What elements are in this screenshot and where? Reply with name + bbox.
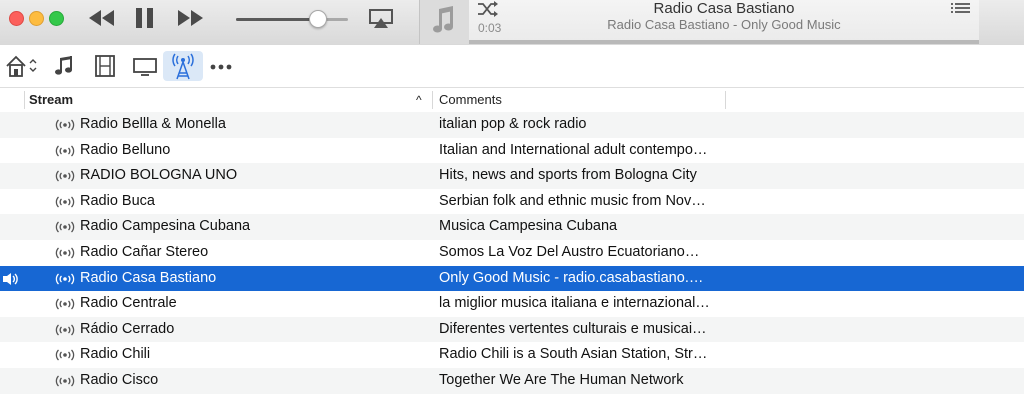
speaker-icon (3, 272, 18, 285)
stream-name: Radio Bellla & Monella (80, 116, 226, 132)
artwork-box[interactable] (419, 0, 470, 44)
pause-button[interactable] (132, 6, 162, 30)
stream-list: Radio Bellla & Monella italian pop & rock… (0, 112, 1024, 394)
fast-forward-button[interactable] (176, 6, 206, 30)
stream-comment: Radio Chili is a South Asian Station, St… (439, 346, 708, 363)
radio-stream-icon (55, 375, 75, 387)
zoom-window-button[interactable] (49, 11, 64, 26)
table-row[interactable]: Radio Centrale la miglior musica italiana… (0, 291, 1024, 317)
stream-comment: Diferentes vertentes culturais e musicai… (439, 320, 707, 337)
table-row[interactable]: Radio Buca Serbian folk and ethnic music … (0, 189, 1024, 215)
music-tab[interactable] (52, 51, 80, 81)
more-button[interactable] (208, 51, 236, 81)
table-row[interactable]: Radio Belluno Italian and International a… (0, 138, 1024, 164)
stream-comment: Italian and International adult contempo… (439, 141, 708, 158)
movies-tab[interactable] (92, 51, 120, 81)
radio-stream-icon (55, 221, 75, 233)
volume-level (236, 18, 317, 21)
stream-name: Radio Cisco (80, 371, 159, 388)
music-icon (55, 56, 72, 75)
volume-knob[interactable] (308, 10, 327, 28)
radio-stream-icon (55, 273, 75, 285)
stream-name: Radio Cañar Stereo (80, 243, 209, 260)
stream-name: Radio Chili (80, 346, 151, 363)
stream-name: Rádio Cerrado (80, 320, 175, 337)
close-window-button[interactable] (9, 11, 24, 26)
radio-stream-icon (55, 145, 75, 157)
radio-stream-icon (55, 247, 75, 259)
table-row[interactable]: Radio Campesina Cubana Musica Campesina C… (0, 214, 1024, 240)
home-dropdown[interactable] (4, 51, 40, 81)
home-icon (6, 55, 37, 77)
stream-name: Radio Belluno (80, 141, 171, 158)
stream-comment: Somos La Voz Del Austro Ecuatoriano… (439, 243, 700, 260)
rewind-icon (89, 10, 114, 26)
table-header: Stream ^ Comments (0, 88, 1024, 113)
progress-bar (469, 40, 979, 44)
more-icon (210, 64, 232, 70)
pause-icon (136, 8, 153, 28)
media-kind-bar (0, 45, 1024, 88)
column-header-comments[interactable]: Comments (439, 88, 502, 112)
table-row[interactable]: Rádio Cerrado Diferentes vertentes cultur… (0, 316, 1024, 343)
stream-comment: Only Good Music - radio.casabastiano.… (439, 269, 704, 286)
radio-stream-icon (55, 298, 75, 310)
radio-stream-icon (55, 170, 75, 182)
table-row[interactable]: Radio Cañar Stereo Somos La Voz Del Austr… (0, 240, 1024, 266)
column-divider (725, 91, 726, 109)
stream-name: Radio Casa Bastiano (80, 269, 217, 286)
up-next-button[interactable] (950, 0, 972, 21)
airplay-icon (369, 9, 393, 28)
table-row[interactable]: Radio Casa Bastiano Only Good Music - rad… (0, 265, 1024, 292)
fast-forward-icon (178, 10, 203, 26)
stream-comment: Together We Are The Human Network (439, 371, 684, 388)
stream-comment: la miglior musica italiana e internazion… (439, 295, 710, 312)
internet-radio-tab[interactable] (163, 51, 203, 81)
table-row[interactable]: RADIO BOLOGNA UNO Hits, news and sports f… (0, 163, 1024, 189)
now-playing-title: Radio Casa Bastiano (653, 0, 795, 17)
music-note-icon (433, 6, 453, 33)
film-icon (95, 55, 115, 77)
list-icon (951, 3, 970, 13)
column-divider (432, 91, 433, 109)
radio-stream-icon (55, 119, 75, 131)
stream-comment: Musica Campesina Cubana (439, 218, 618, 235)
table-row[interactable]: Radio Chili Radio Chili is a South Asian … (0, 342, 1024, 368)
volume-slider[interactable] (236, 18, 348, 21)
radio-stream-icon (55, 349, 75, 361)
stream-name: Radio Centrale (80, 295, 177, 312)
radio-tower-icon (172, 53, 194, 80)
sort-indicator: ^ (416, 93, 422, 107)
stream-name: Radio Campesina Cubana (80, 218, 251, 235)
table-row[interactable]: Radio Cisco Together We Are The Human Net… (0, 367, 1024, 394)
minimize-window-button[interactable] (29, 11, 44, 26)
stream-name: RADIO BOLOGNA UNO (80, 167, 238, 184)
column-divider (24, 91, 25, 109)
rewind-button[interactable] (86, 6, 116, 30)
stream-comment: italian pop & rock radio (439, 116, 587, 132)
column-header-stream[interactable]: Stream (29, 88, 73, 112)
radio-stream-icon (55, 324, 75, 336)
table-row[interactable]: Radio Bellla & Monella italian pop & rock… (0, 112, 1024, 138)
stream-comment: Serbian folk and ethnic music from Nov… (439, 192, 706, 209)
tv-icon (133, 58, 157, 76)
toolbar: 0:03 Radio Casa Bastiano Radio Casa Bast… (0, 0, 1024, 46)
tv-shows-tab[interactable] (130, 51, 160, 81)
now-playing-subtitle: Radio Casa Bastiano - Only Good Music (607, 17, 841, 32)
stream-name: Radio Buca (80, 192, 155, 209)
stream-comment: Hits, news and sports from Bologna City (439, 167, 697, 184)
now-playing-display: 0:03 Radio Casa Bastiano Radio Casa Bast… (469, 0, 979, 41)
airplay-button[interactable] (368, 8, 398, 32)
radio-stream-icon (55, 196, 75, 208)
